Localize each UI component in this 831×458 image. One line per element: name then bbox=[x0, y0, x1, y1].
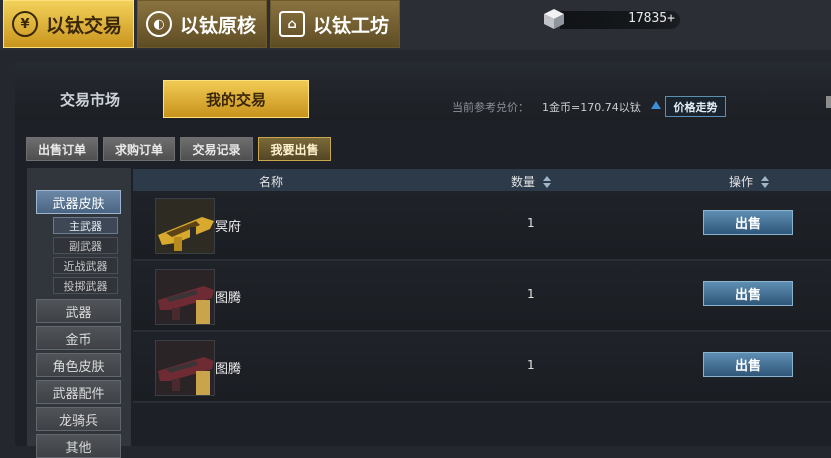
sidebar-subitem-secondary[interactable]: 副武器 bbox=[53, 237, 118, 254]
column-action[interactable]: 操作 bbox=[729, 173, 770, 190]
sidebar-item-gold[interactable]: 金币 bbox=[36, 326, 121, 350]
weapon-thumbnail bbox=[155, 269, 215, 325]
sidebar-item-other[interactable]: 其他 bbox=[36, 434, 121, 458]
sell-button[interactable]: 出售 bbox=[703, 281, 793, 306]
table-header: 名称 数量 操作 bbox=[133, 169, 831, 191]
column-name[interactable]: 名称 bbox=[259, 173, 283, 190]
item-quantity: 1 bbox=[527, 287, 535, 301]
weapon-thumbnail bbox=[155, 198, 215, 254]
sidebar-item-weapon[interactable]: 武器 bbox=[36, 299, 121, 323]
table-row: 图腾 1 出售 bbox=[133, 262, 831, 332]
tab-trade-market[interactable]: 交易市场 bbox=[40, 80, 140, 118]
item-quantity: 1 bbox=[527, 358, 535, 372]
sidebar-subitem-primary[interactable]: 主武器 bbox=[53, 217, 118, 234]
column-quantity[interactable]: 数量 bbox=[511, 173, 552, 190]
tab-label: 以钛原核 bbox=[180, 14, 257, 37]
sidebar-item-character-skin[interactable]: 角色皮肤 bbox=[36, 353, 121, 377]
sidebar-item-weapon-parts[interactable]: 武器配件 bbox=[36, 380, 121, 404]
item-name: 冥府 bbox=[215, 220, 242, 235]
sidebar-subitem-throwing[interactable]: 投掷武器 bbox=[53, 277, 118, 294]
trend-up-icon bbox=[651, 101, 661, 109]
sell-button[interactable]: 出售 bbox=[703, 210, 793, 235]
sidebar-item-dragoon[interactable]: 龙骑兵 bbox=[36, 407, 121, 431]
sidebar-subitem-melee[interactable]: 近战武器 bbox=[53, 257, 118, 274]
tab-label: 以钛交易 bbox=[46, 14, 123, 37]
price-trend-button[interactable]: 价格走势 bbox=[665, 96, 726, 117]
core-icon: ◐ bbox=[146, 11, 172, 37]
scroll-handle[interactable] bbox=[826, 96, 831, 108]
house-icon: ⌂ bbox=[279, 11, 305, 37]
filter-buy-orders[interactable]: 求购订单 bbox=[103, 137, 175, 161]
sort-icon[interactable] bbox=[543, 175, 552, 188]
item-quantity: 1 bbox=[527, 216, 535, 230]
tab-label: 以钛工坊 bbox=[313, 14, 390, 37]
filter-sell-orders[interactable]: 出售订单 bbox=[26, 137, 98, 161]
sell-button[interactable]: 出售 bbox=[703, 352, 793, 377]
tab-titanium-workshop[interactable]: ⌂ 以钛工坊 bbox=[270, 0, 400, 48]
tab-titanium-trade[interactable]: ¥ 以钛交易 bbox=[3, 0, 134, 48]
table-row: 图腾 1 出售 bbox=[133, 333, 831, 403]
titanium-cube-icon bbox=[544, 9, 564, 29]
item-name: 图腾 bbox=[215, 362, 242, 377]
tab-my-trades[interactable]: 我的交易 bbox=[163, 80, 309, 118]
item-name: 图腾 bbox=[215, 291, 242, 306]
exchange-rate-label: 当前参考兑价： bbox=[452, 101, 529, 114]
table-row: 冥府 1 出售 bbox=[133, 191, 831, 261]
tab-titanium-core[interactable]: ◐ 以钛原核 bbox=[137, 0, 267, 48]
filter-sell-item[interactable]: 我要出售 bbox=[258, 137, 331, 161]
sort-icon[interactable] bbox=[761, 175, 770, 188]
exchange-rate-value: 1金币=170.74以钛 bbox=[542, 101, 641, 114]
sidebar-item-weapon-skin[interactable]: 武器皮肤 bbox=[36, 190, 121, 214]
weapon-thumbnail bbox=[155, 340, 215, 396]
balance-value: 17835+ bbox=[628, 11, 675, 26]
coin-icon: ¥ bbox=[12, 11, 38, 37]
filter-trade-history[interactable]: 交易记录 bbox=[180, 137, 253, 161]
